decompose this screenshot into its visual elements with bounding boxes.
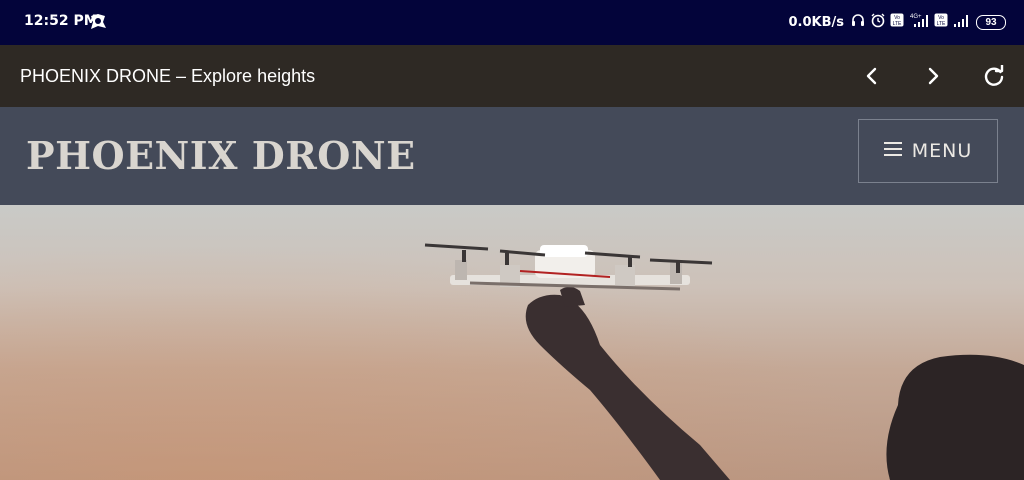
menu-button[interactable]: MENU [858,119,998,183]
signal-4g-icon: 4G+ [908,12,930,33]
volte-icon: Vo LTE [934,13,948,32]
status-icons: 0.0KB/s Vo LTE 4G+ Vo LTE 93 [788,11,1006,33]
menu-label: MENU [911,140,973,162]
drone-photo [424,243,1024,480]
alarm-icon [870,12,886,33]
site-header: PHOENIX DRONE MENU [0,107,1024,205]
svg-text:4G+: 4G+ [910,14,922,20]
status-time: 12:52 PM [24,13,98,29]
signal-icon [952,12,970,33]
svg-text:LTE: LTE [893,21,902,27]
forward-icon[interactable] [918,61,948,91]
battery-icon: 93 [976,14,1006,30]
site-title[interactable]: PHOENIX DRONE [26,133,416,178]
headphones-icon [850,12,866,33]
page-title: PHOENIX DRONE – Explore heights [20,66,316,86]
refresh-icon[interactable] [979,61,1009,91]
notification-app-icon [88,12,108,32]
network-speed: 0.0KB/s [788,14,845,30]
back-icon[interactable] [857,61,887,91]
hero-image [0,205,1024,480]
app-bar: PHOENIX DRONE – Explore heights [0,45,1024,107]
status-bar: 12:52 PM 0.0KB/s Vo LTE 4G+ Vo LTE 93 [0,0,1024,45]
svg-text:LTE: LTE [937,21,946,27]
volte-icon: Vo LTE [890,13,904,32]
hamburger-icon [883,141,902,161]
